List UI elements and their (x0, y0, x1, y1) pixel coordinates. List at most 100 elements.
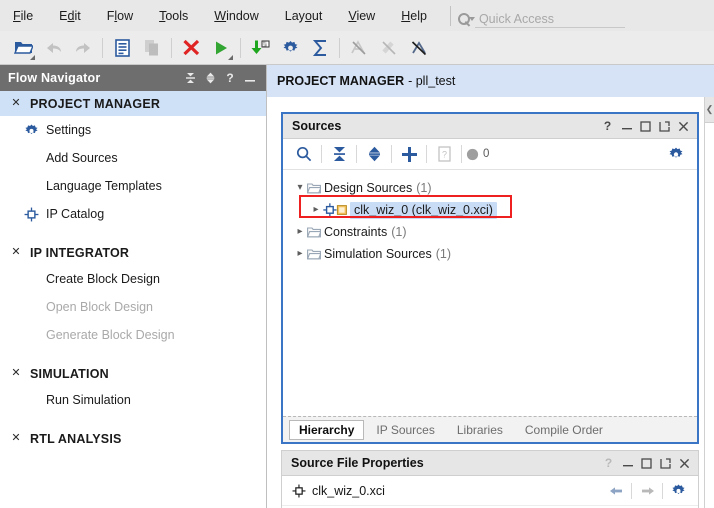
toolbar-divider (339, 37, 340, 58)
chevron-right-icon[interactable]: ▸ (293, 249, 307, 259)
help-icon[interactable]: ? (220, 68, 240, 88)
properties-file-row: clk_wiz_0.xci (282, 476, 698, 506)
sidebar-section-simulation[interactable]: ✕ SIMULATION (0, 361, 266, 386)
back-icon (604, 480, 628, 502)
dropdown-corner-icon (228, 54, 233, 60)
collapse-all-icon[interactable] (326, 141, 352, 167)
sidebar-section-label: RTL ANALYSIS (30, 431, 122, 446)
marker-icon[interactable] (404, 34, 434, 62)
tree-item-simulation-sources[interactable]: ▸ Simulation Sources (1) (293, 243, 697, 265)
sidebar-item-add-sources[interactable]: Add Sources (0, 144, 266, 172)
expand-collapse-icon[interactable] (200, 68, 220, 88)
tab-compile-order[interactable]: Compile Order (515, 420, 613, 440)
message-count-icon[interactable] (466, 141, 479, 167)
toolbar-divider (102, 37, 103, 58)
menu-item-layout[interactable]: Layout (273, 6, 335, 26)
sidebar-section-label: SIMULATION (30, 366, 109, 381)
cancel-icon[interactable] (176, 34, 206, 62)
sidebar-item-language-templates[interactable]: Language Templates (0, 172, 266, 200)
redo-icon (68, 34, 98, 62)
tree-item-constraints[interactable]: ▸ Constraints (1) (293, 221, 697, 243)
chevron-right-icon[interactable]: ▸ (309, 205, 323, 215)
tree-item-label: clk_wiz_0 (clk_wiz_0.xci) (350, 201, 497, 219)
chevron-down-icon: ✕ (11, 97, 21, 109)
menu-item-tools[interactable]: Tools (147, 6, 200, 26)
quick-access-search[interactable]: Quick Access (457, 4, 625, 28)
close-icon[interactable] (674, 117, 693, 136)
svg-text:10: 10 (263, 43, 267, 47)
tab-hierarchy[interactable]: Hierarchy (289, 419, 365, 440)
toolbar-divider (321, 145, 322, 163)
sidebar-section-project-manager[interactable]: ✕ PROJECT MANAGER (0, 91, 266, 116)
expand-all-icon[interactable] (361, 141, 387, 167)
help-icon[interactable]: ? (598, 117, 617, 136)
vivado-window: File Edit Flow Tools Window Layout View … (0, 0, 714, 508)
tree-item-design-sources[interactable]: ▾ Design Sources (1) (293, 177, 697, 199)
menu-item-flow[interactable]: Flow (95, 6, 145, 26)
schematic-icon (344, 34, 374, 62)
sidebar-item-label: Create Block Design (46, 272, 160, 286)
tree-item-label: Constraints (324, 225, 388, 239)
sidebar-item-label: Settings (46, 123, 92, 137)
tab-libraries[interactable]: Libraries (447, 420, 513, 440)
sidebar-item-open-block-design: Open Block Design (0, 293, 266, 321)
help-icon[interactable]: ? (599, 454, 618, 473)
toolbar-divider (356, 145, 357, 163)
sidebar-item-label: IP Catalog (46, 207, 105, 221)
sidebar-section-rtl-analysis[interactable]: ✕ RTL ANALYSIS (0, 426, 266, 451)
sidebar-section-ip-integrator[interactable]: ✕ IP INTEGRATOR (0, 240, 266, 265)
float-icon[interactable] (656, 454, 675, 473)
route-icon (374, 34, 404, 62)
maximize-icon[interactable] (636, 117, 655, 136)
flow-navigator-body: ✕ PROJECT MANAGER Settings Add Sources L… (0, 91, 266, 451)
sigma-icon[interactable] (305, 34, 335, 62)
collapse-all-icon[interactable] (180, 68, 200, 88)
menu-item-help[interactable]: Help (389, 6, 439, 26)
open-project-icon[interactable] (8, 34, 38, 62)
flow-navigator-title: Flow Navigator (8, 71, 101, 85)
report-icon[interactable] (107, 34, 137, 62)
search-icon (457, 12, 475, 28)
collapse-chevron-icon[interactable]: ❮ (705, 97, 714, 123)
right-dock-strip: ❮ (704, 97, 714, 508)
tab-ip-sources[interactable]: IP Sources (366, 420, 444, 440)
search-icon[interactable] (291, 141, 317, 167)
maximize-icon[interactable] (637, 454, 656, 473)
minimize-icon[interactable] (240, 68, 260, 88)
add-sources-icon[interactable] (396, 141, 422, 167)
menu-item-edit[interactable]: Edit (47, 6, 93, 26)
folder-icon (307, 182, 321, 194)
tree-item-clk-wiz-0[interactable]: ▸ clk_wiz_0 (clk_wiz_0.xci) (293, 199, 697, 221)
sidebar-item-settings[interactable]: Settings (0, 116, 266, 144)
menu-item-file[interactable]: File (1, 6, 45, 26)
sidebar-item-generate-block-design: Generate Block Design (0, 321, 266, 349)
gear-icon[interactable] (663, 141, 689, 167)
sidebar-item-run-simulation[interactable]: Run Simulation (0, 386, 266, 414)
minimize-icon[interactable] (618, 454, 637, 473)
folder-icon (307, 226, 321, 238)
sidebar-item-create-block-design[interactable]: Create Block Design (0, 265, 266, 293)
settings-gear-icon[interactable] (666, 480, 690, 502)
tree-item-count: (1) (391, 225, 407, 239)
settings-gear-icon[interactable] (275, 34, 305, 62)
chevron-right-icon[interactable]: ▸ (293, 227, 307, 237)
close-icon[interactable] (675, 454, 694, 473)
sidebar-item-ip-catalog[interactable]: IP Catalog (0, 200, 266, 228)
source-file-properties-panel: Source File Properties ? clk_wiz_0.xci (281, 450, 699, 508)
tree-item-label: Simulation Sources (324, 247, 432, 261)
float-icon[interactable] (655, 117, 674, 136)
menu-item-view[interactable]: View (336, 6, 387, 26)
message-count-label: 0 (483, 148, 490, 160)
minimize-icon[interactable] (617, 117, 636, 136)
download-bitstream-icon[interactable]: 01 10 (245, 34, 275, 62)
dropdown-corner-icon (30, 54, 35, 60)
toolbar-divider (461, 145, 462, 163)
folder-icon (307, 248, 321, 260)
quick-access-underline (474, 26, 625, 28)
chevron-down-icon[interactable]: ▾ (293, 183, 307, 193)
menu-item-window[interactable]: Window (202, 6, 270, 26)
run-icon[interactable] (206, 34, 236, 62)
sidebar-section-label: PROJECT MANAGER (30, 96, 161, 111)
ip-file-icon (323, 203, 347, 217)
